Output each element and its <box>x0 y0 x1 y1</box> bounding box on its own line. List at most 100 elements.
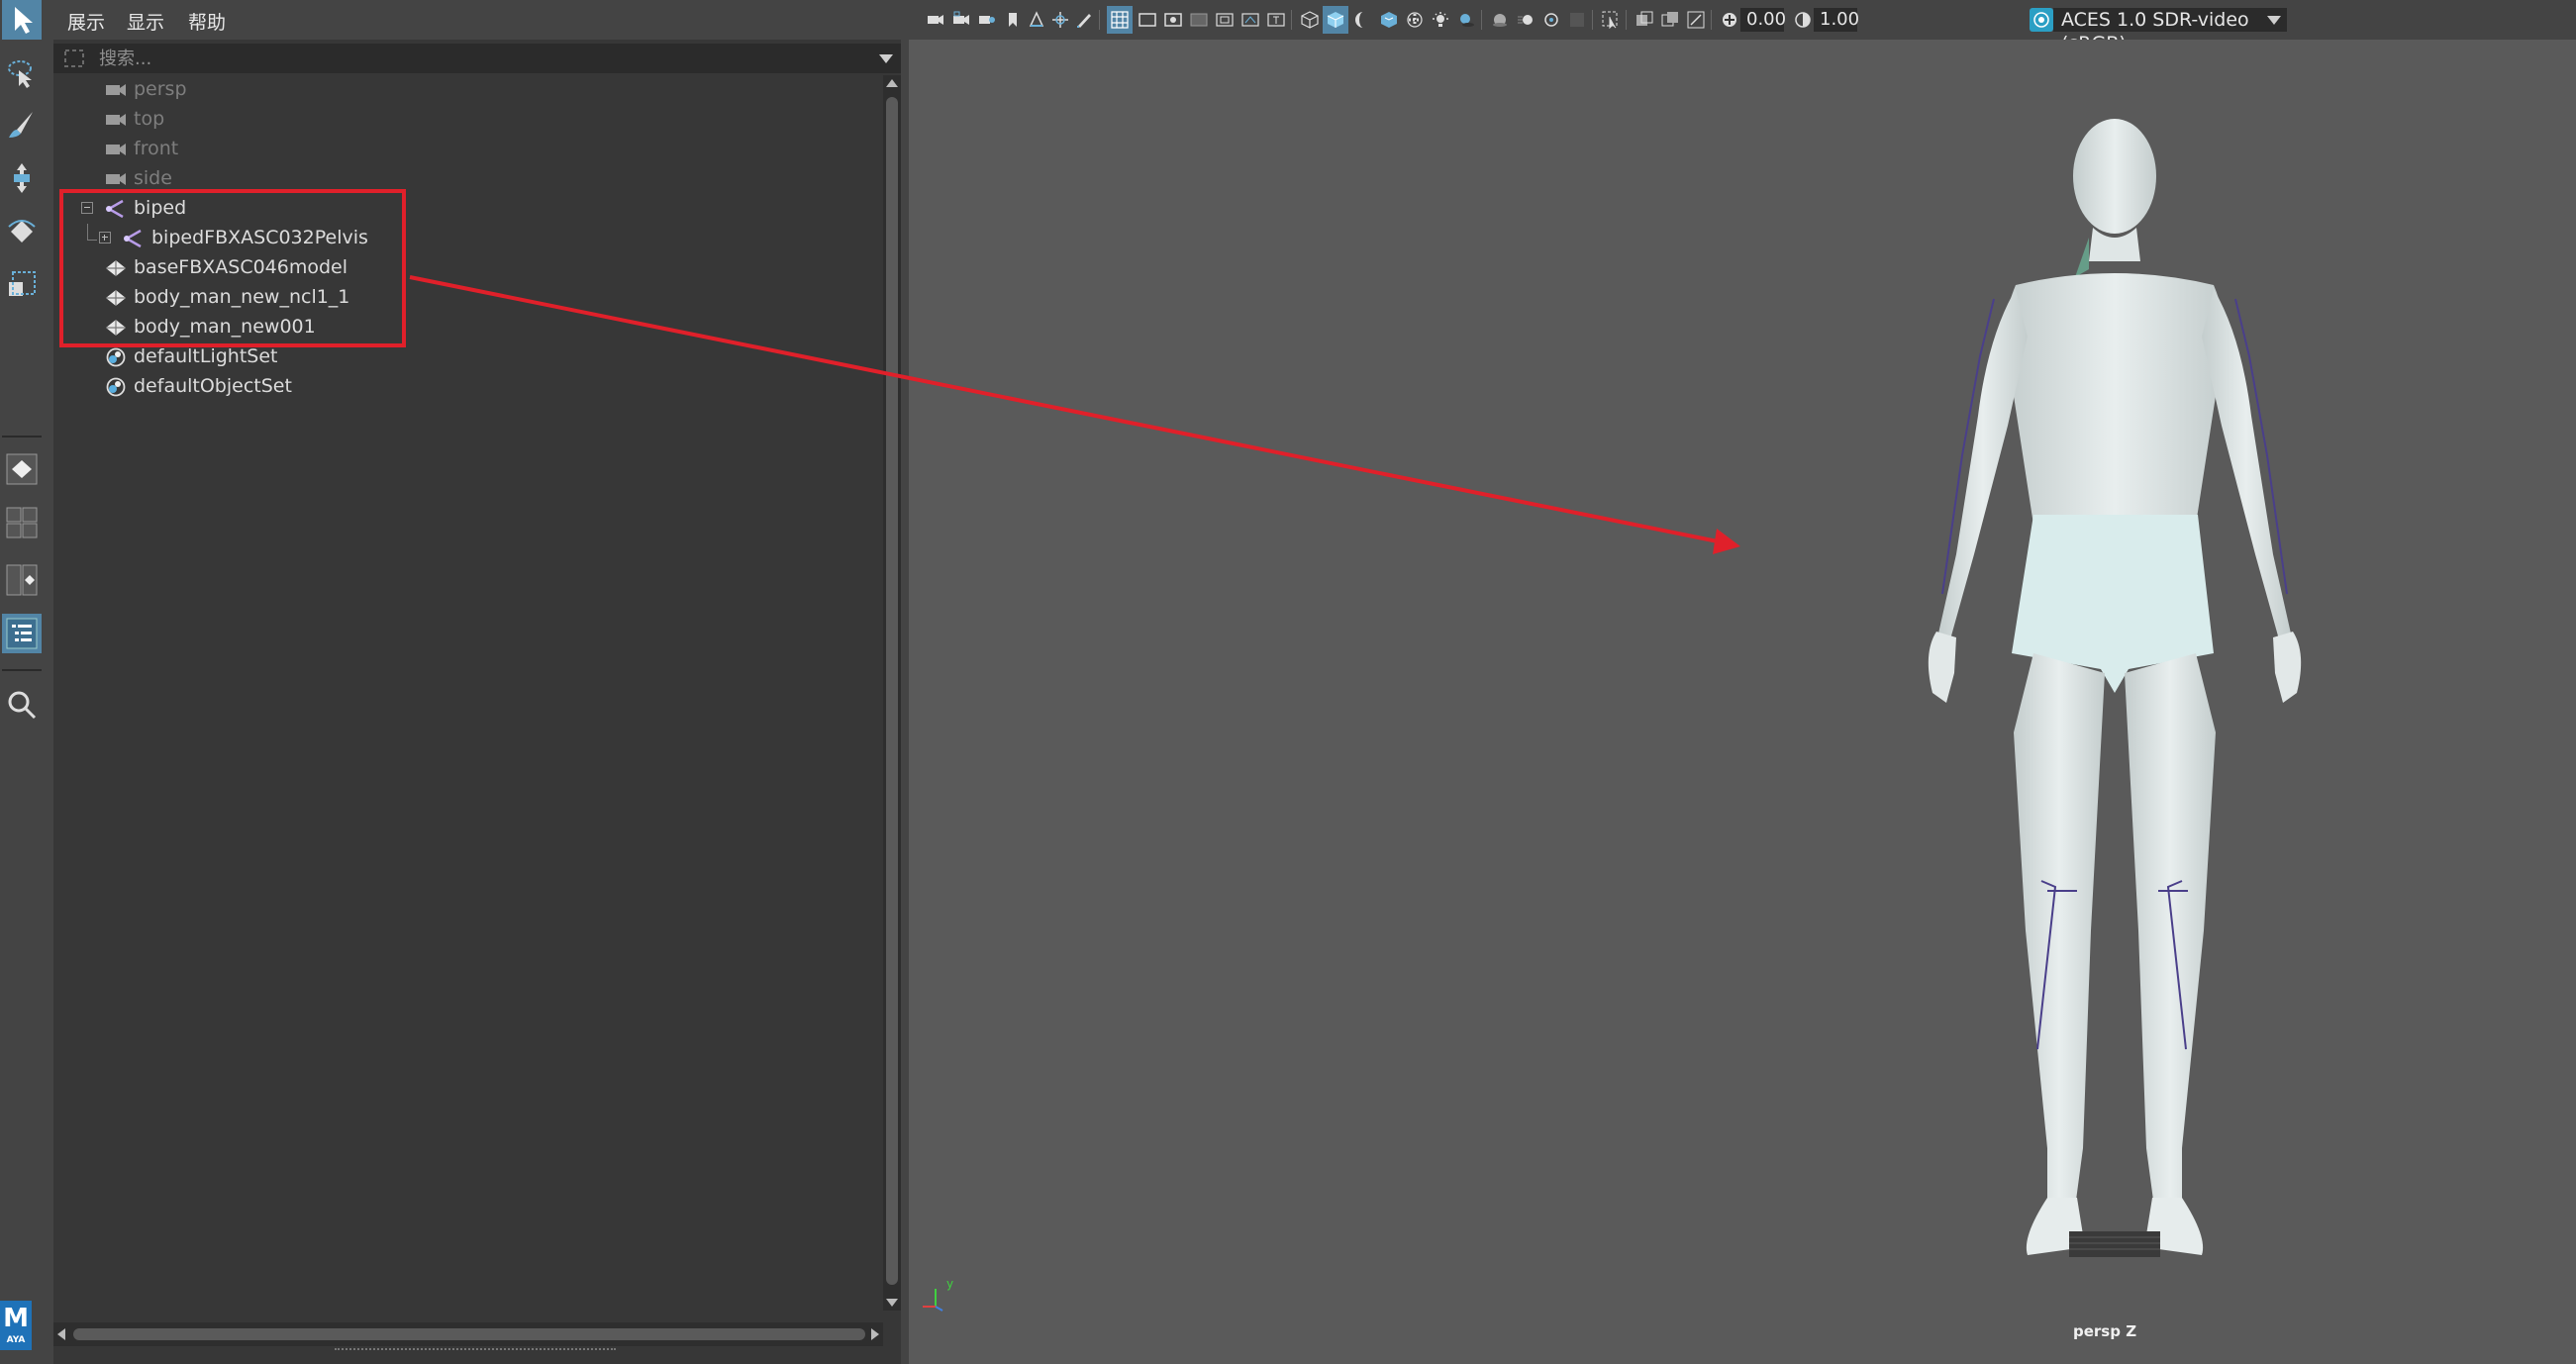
scale-icon <box>9 271 36 296</box>
four-view-icon <box>6 507 38 538</box>
select-tool-button[interactable] <box>2 0 42 40</box>
grid-icon <box>1111 11 1129 29</box>
tree-item-label: front <box>134 138 179 159</box>
isolate-select-icon[interactable] <box>1602 11 1620 29</box>
tree-item-label: defaultLightSet <box>134 345 278 367</box>
panel-resize-handle[interactable] <box>335 1348 616 1353</box>
select-camera-icon[interactable] <box>927 11 944 29</box>
toolbar-separator <box>1291 10 1292 30</box>
motion-blur-icon[interactable] <box>1517 11 1535 29</box>
wireframe-icon[interactable] <box>1301 11 1319 29</box>
color-management-toggle[interactable] <box>2030 8 2053 32</box>
bookmark-icon[interactable] <box>1004 11 1022 29</box>
menu-display[interactable]: 展示 <box>67 8 105 35</box>
axis-indicator-icon <box>923 1289 943 1312</box>
xray-icon[interactable] <box>1635 11 1653 29</box>
four-view-layout-button[interactable] <box>2 503 42 542</box>
anti-aliasing-icon[interactable] <box>1542 11 1560 29</box>
scrollbar-thumb[interactable] <box>73 1328 865 1340</box>
scale-tool-button[interactable] <box>2 265 42 305</box>
magnifier-icon <box>8 691 37 720</box>
two-view-icon <box>6 564 38 596</box>
light-icon[interactable] <box>1432 11 1449 29</box>
maya-logo: M AYA <box>0 1301 32 1350</box>
smooth-shade-button[interactable] <box>1323 6 1348 34</box>
lasso-icon <box>8 60 32 88</box>
lasso-tool-button[interactable] <box>2 53 42 93</box>
set-icon <box>106 347 126 367</box>
exposure-field[interactable]: 0.00 <box>1740 8 1786 32</box>
scroll-left-icon[interactable] <box>57 1328 65 1340</box>
toolbar-separator <box>1481 10 1482 30</box>
view-transform-dropdown-icon[interactable] <box>2267 16 2281 25</box>
shadows-icon[interactable] <box>1457 11 1475 29</box>
paint-brush-icon <box>9 112 33 138</box>
gate-mask-icon[interactable] <box>1190 11 1208 29</box>
safe-action-icon[interactable] <box>1241 11 1259 29</box>
tree-item-front[interactable]: front <box>53 135 883 164</box>
view-transform-select[interactable]: ACES 1.0 SDR-video (sRGB) <box>2053 8 2287 54</box>
menu-show[interactable]: 显示 <box>127 8 164 35</box>
xray-active-components-icon[interactable] <box>1661 11 1679 29</box>
lock-camera-icon[interactable] <box>952 11 970 29</box>
search-options-dropdown-icon[interactable] <box>879 54 893 63</box>
outliner-search-row <box>53 44 901 73</box>
scroll-right-icon[interactable] <box>871 1328 879 1340</box>
outliner-menubar: 展示 显示 帮助 <box>53 0 901 40</box>
camera-attributes-icon[interactable] <box>978 11 996 29</box>
camera-name-label: persp Z <box>2073 1322 2137 1340</box>
camera-icon <box>106 144 126 155</box>
exposure-icon[interactable] <box>1721 11 1738 29</box>
toolbar-separator <box>1626 10 1627 30</box>
rotate-tool-button[interactable] <box>2 212 42 251</box>
textured-icon[interactable] <box>1380 11 1398 29</box>
xray-joints-icon[interactable] <box>1687 11 1705 29</box>
gamma-icon[interactable] <box>1794 11 1812 29</box>
outliner-horizontal-scrollbar[interactable] <box>53 1322 883 1346</box>
filter-toggle-icon[interactable] <box>63 49 85 68</box>
depth-of-field-icon[interactable] <box>1568 11 1586 29</box>
field-chart-icon[interactable] <box>1216 11 1234 29</box>
move-tool-button[interactable] <box>2 158 42 198</box>
rotate-icon <box>8 220 36 243</box>
maya-logo-letter: M <box>3 1304 29 1333</box>
menu-help[interactable]: 帮助 <box>188 8 226 35</box>
screen-space-ao-icon[interactable] <box>1491 11 1509 29</box>
grid-toggle-button[interactable] <box>1107 6 1133 34</box>
resolution-gate-icon[interactable] <box>1164 11 1182 29</box>
toolbar-separator <box>1592 10 1593 30</box>
toolbar-separator <box>1099 10 1100 30</box>
tree-item-top[interactable]: top <box>53 105 883 135</box>
scrollbar-thumb[interactable] <box>886 97 898 1285</box>
smooth-shade-icon <box>1327 12 1344 28</box>
safe-title-icon[interactable] <box>1267 11 1285 29</box>
grease-pencil-icon[interactable] <box>1075 11 1093 29</box>
tool-separator <box>2 669 42 671</box>
gamma-field[interactable]: 1.00 <box>1814 8 1859 32</box>
outliner-list-icon <box>6 618 38 649</box>
highlight-box <box>59 189 406 347</box>
paint-select-tool-button[interactable] <box>2 105 42 145</box>
tree-item-persp[interactable]: persp <box>53 75 883 105</box>
tree-item-default-object-set[interactable]: defaultObjectSet <box>53 372 883 402</box>
outliner-search-input[interactable] <box>99 44 871 73</box>
color-management-icon <box>2033 12 2049 28</box>
image-plane-icon[interactable] <box>1028 11 1045 29</box>
camera-icon <box>106 173 126 185</box>
maya-logo-sub: AYA <box>6 1335 26 1345</box>
select-arrow-icon <box>15 7 33 34</box>
film-gate-icon[interactable] <box>1139 11 1156 29</box>
scroll-up-icon[interactable] <box>886 79 898 87</box>
two-d-pan-zoom-icon[interactable] <box>1051 11 1069 29</box>
outliner-layout-button[interactable] <box>2 614 42 653</box>
3d-viewport[interactable] <box>909 40 2576 1364</box>
tree-item-label: defaultObjectSet <box>134 375 292 397</box>
two-view-layout-button[interactable] <box>2 560 42 600</box>
scroll-down-icon[interactable] <box>886 1299 898 1307</box>
single-view-layout-button[interactable] <box>2 449 42 489</box>
search-tool-button[interactable] <box>2 685 42 725</box>
default-material-icon[interactable] <box>1354 11 1372 29</box>
viewport-toolbar: 0.00 1.00 ACES 1.0 SDR-video (sRGB) <box>909 0 2576 54</box>
outliner-vertical-scrollbar[interactable] <box>883 75 901 1311</box>
use-all-lights-icon[interactable] <box>1406 11 1424 29</box>
